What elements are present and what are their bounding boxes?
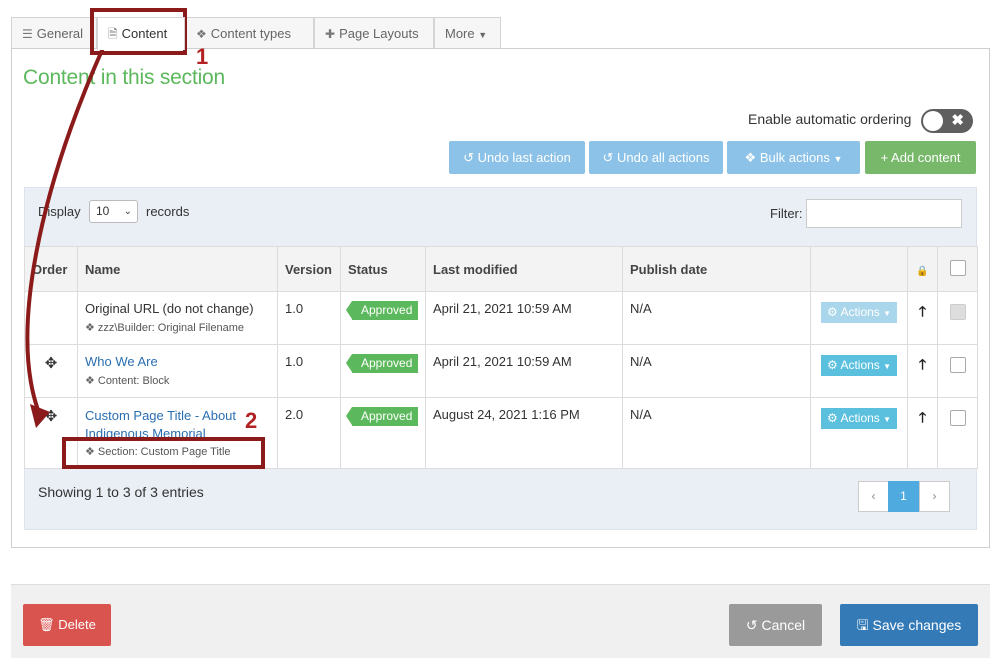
annotation-arrow-head	[30, 404, 50, 428]
annotation-arrow-line	[25, 47, 105, 411]
tab-content[interactable]: 🗎 Content	[97, 17, 185, 50]
annotation-arrow	[25, 47, 105, 428]
document-icon: 🗎	[108, 27, 118, 41]
tab-label: Content	[121, 26, 168, 41]
